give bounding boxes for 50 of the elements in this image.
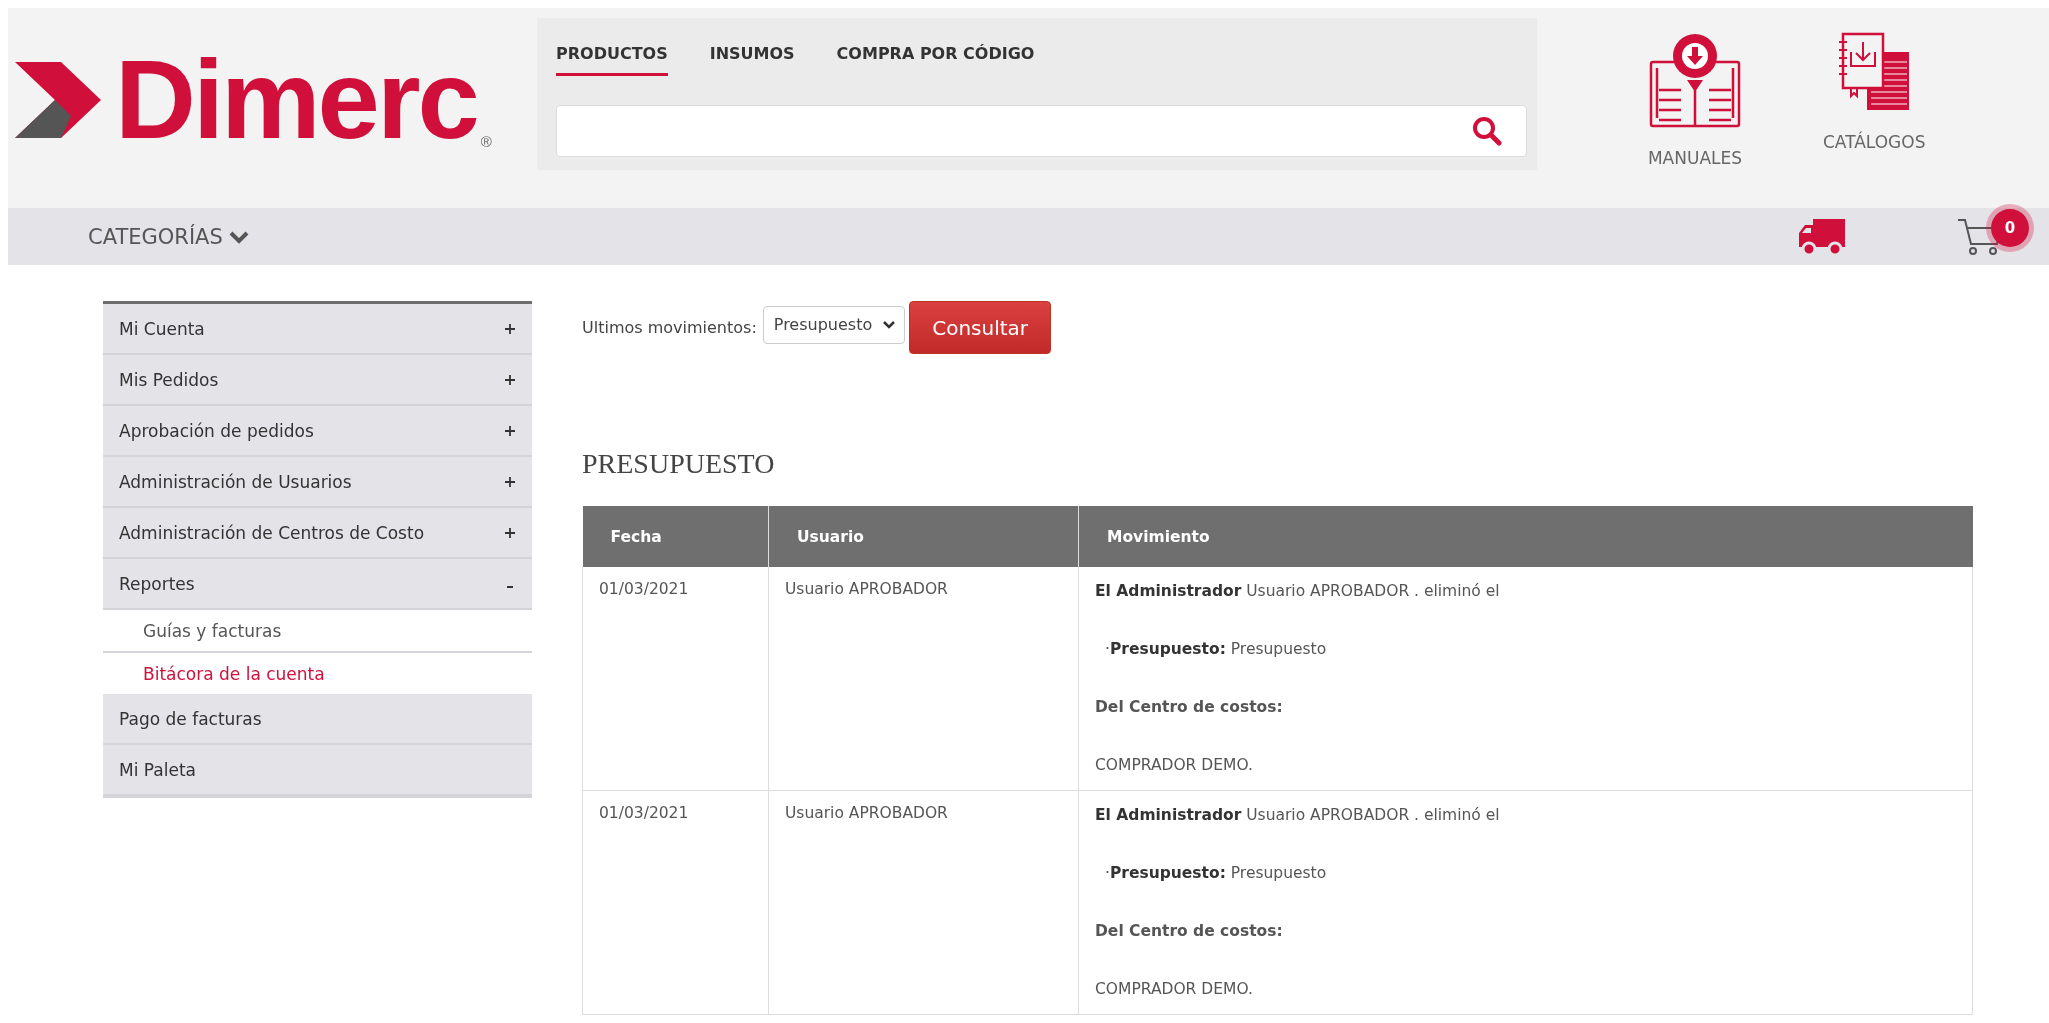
sidebar-item-label[interactable]: Mi Cuenta xyxy=(119,318,205,339)
catalog-download-icon[interactable] xyxy=(1837,32,1912,112)
movement-line: El Administrador Usuario APROBADOR . eliminó el xyxy=(1095,581,1501,602)
table-cell: 01/03/2021 xyxy=(582,567,769,791)
movement-line: Del Centro de costos: xyxy=(1095,697,1284,718)
search-tab[interactable]: PRODUCTOS xyxy=(556,44,668,76)
sidebar-item-label[interactable]: Mis Pedidos xyxy=(119,369,219,390)
chevron-down-icon xyxy=(228,229,249,244)
column-header: Usuario xyxy=(768,506,1079,567)
cart-count-badge: 0 xyxy=(1991,208,2029,247)
table-cell: Usuario APROBADOR xyxy=(768,567,1079,791)
search-field[interactable] xyxy=(556,105,1527,157)
sidebar-item-label[interactable]: Reportes xyxy=(119,573,195,594)
book-pin-icon[interactable] xyxy=(1647,32,1743,128)
movement-line: ·Presupuesto: Presupuesto xyxy=(1104,639,1328,660)
plus-icon[interactable] xyxy=(504,526,516,539)
categories-menu[interactable]: CATEGORÍAS xyxy=(88,224,249,249)
logo-wordmark[interactable]: Dimerc xyxy=(115,44,477,156)
search-tab[interactable]: COMPRA POR CÓDIGO xyxy=(836,44,1035,76)
table-cell: Usuario APROBADOR xyxy=(768,790,1079,1015)
sidebar-item-label[interactable]: Pago de facturas xyxy=(119,708,262,729)
column-header: Movimiento xyxy=(1078,506,1973,567)
truck-icon[interactable] xyxy=(1797,216,1847,257)
sidebar-subitem[interactable]: Bitácora de la cuenta xyxy=(103,653,532,694)
movement-line: COMPRADOR DEMO. xyxy=(1095,755,1254,776)
search-tab[interactable]: INSUMOS xyxy=(709,44,795,76)
movement-line: Del Centro de costos: xyxy=(1095,921,1284,942)
plus-icon[interactable] xyxy=(504,373,516,386)
movement-line: COMPRADOR DEMO. xyxy=(1095,979,1254,1000)
filter-label: Ultimos movimientos: xyxy=(582,318,757,337)
movement-line: ·Presupuesto: Presupuesto xyxy=(1104,863,1328,884)
section-title: PRESUPUESTO xyxy=(582,448,776,480)
movement-line: El Administrador Usuario APROBADOR . eliminó el xyxy=(1095,805,1501,826)
header-link[interactable]: CATÁLOGOS xyxy=(1823,132,1926,152)
plus-icon[interactable] xyxy=(504,475,516,488)
table-cell: 01/03/2021 xyxy=(582,790,769,1015)
sidebar-item-label[interactable]: Aprobación de pedidos xyxy=(119,420,314,441)
plus-icon[interactable] xyxy=(504,322,516,335)
plus-icon[interactable] xyxy=(504,424,516,437)
sidebar-subitem[interactable]: Guías y facturas xyxy=(103,610,532,653)
sidebar-item-label[interactable]: Administración de Usuarios xyxy=(119,471,352,492)
header-link[interactable]: MANUALES xyxy=(1647,148,1743,168)
column-header: Fecha xyxy=(582,506,769,567)
consultar-button[interactable]: Consultar xyxy=(909,301,1052,354)
chevron-down-icon xyxy=(882,319,897,330)
sidebar-item-label[interactable]: Mi Paleta xyxy=(119,759,196,780)
sidebar-item-label[interactable]: Administración de Centros de Costo xyxy=(119,522,425,543)
registered-mark: ® xyxy=(480,133,492,150)
movement-select[interactable]: Presupuesto xyxy=(762,305,906,344)
search-icon[interactable] xyxy=(1472,116,1502,146)
